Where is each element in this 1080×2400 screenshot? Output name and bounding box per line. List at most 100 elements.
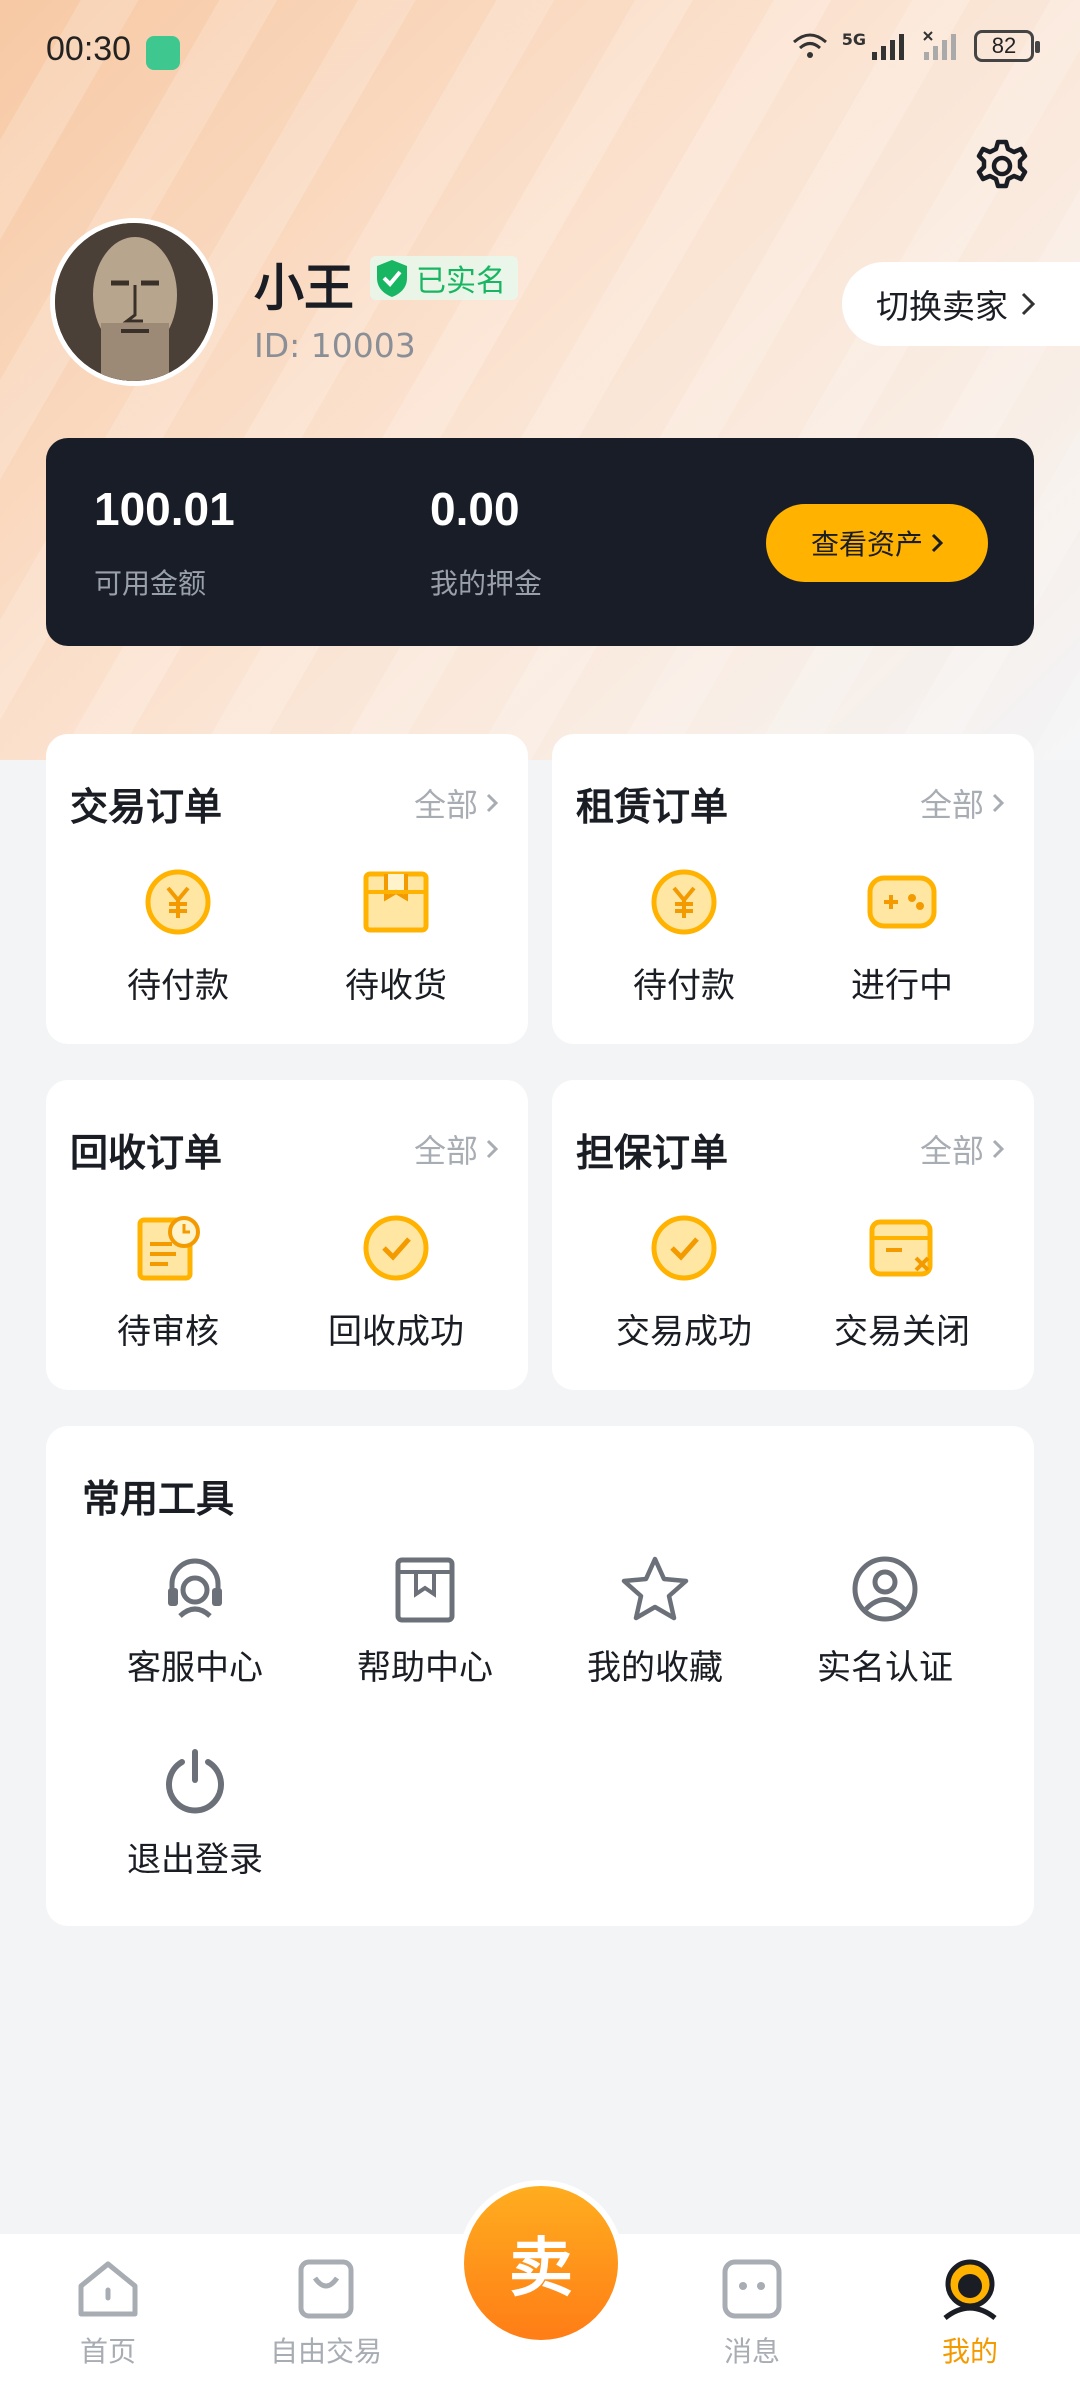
battery-icon: 82 [974,30,1040,62]
chevron-right-icon [992,793,1004,813]
switch-seller-label: 切换卖家 [876,287,1008,326]
status-time: 00:30 [46,30,132,68]
view-all-link[interactable]: 全部 [920,1126,1004,1172]
pending-payment-item[interactable]: 待付款 [98,866,258,1007]
power-icon [166,1749,224,1814]
view-assets-button[interactable]: 查看资产 [766,504,988,582]
help-center-tool[interactable]: 帮助中心 [325,1554,525,1689]
tab-free-trade[interactable]: 自由交易 [236,2256,416,2370]
card-title: 担保订单 [576,1131,729,1175]
message-icon [722,2259,782,2319]
signal-no-sim-icon [923,31,956,60]
recycle-success-item[interactable]: 回收成功 [306,1212,486,1353]
tool-label: 退出登录 [127,1840,263,1880]
view-all-link[interactable]: 全部 [414,1126,498,1172]
favorites-tool[interactable]: 我的收藏 [555,1554,755,1689]
guarantee-orders-card: 担保订单 全部 交易成功 交易关闭 [552,1080,1034,1390]
card-title: 交易订单 [70,785,223,829]
tab-label: 自由交易 [269,2335,382,2368]
headset-icon [168,1558,222,1618]
verified-badge: 已实名 [370,256,518,300]
item-label: 回收成功 [328,1312,464,1352]
tool-label: 客服中心 [127,1648,263,1688]
common-tools-card: 常用工具 客服中心 帮助中心 我的收藏 实名认证 退出登录 [46,1426,1034,1926]
chevron-right-icon [931,533,943,553]
card-title: 租赁订单 [576,785,729,829]
avatar[interactable] [50,218,218,386]
network-label: 5G [841,30,866,49]
card-title: 回收订单 [70,1131,223,1175]
tab-messages[interactable]: 消息 [662,2256,842,2370]
home-icon [78,2261,138,2317]
switch-seller-button[interactable]: 切换卖家 [842,262,1080,346]
verified-label: 已实名 [416,264,506,299]
tab-mine[interactable]: 我的 [880,2256,1060,2370]
user-name: 小王 [254,259,354,317]
pending-payment-item[interactable]: 待付款 [604,866,764,1007]
view-all-link[interactable]: 全部 [414,780,498,826]
trade-success-item[interactable]: 交易成功 [594,1212,774,1353]
chevron-right-icon [992,1139,1004,1159]
package-box-icon [363,871,429,933]
view-all-label: 全部 [413,786,478,824]
available-amount: 100.01 [94,483,235,535]
tab-label: 首页 [79,2335,136,2368]
gamepad-icon [867,875,937,929]
chevron-right-icon [1021,292,1036,316]
status-bar: 00:30 5G 82 [0,0,1080,100]
document-clock-icon [137,1216,200,1281]
view-all-link[interactable]: 全部 [920,780,1004,826]
item-label: 进行中 [851,966,953,1006]
settings-gear-icon[interactable] [974,138,1030,194]
logout-tool[interactable]: 退出登录 [95,1746,295,1881]
shopping-bag-icon [298,2259,354,2319]
tool-label: 实名认证 [817,1648,953,1688]
real-name-tool[interactable]: 实名认证 [785,1554,985,1689]
tab-label: 我的 [941,2335,998,2368]
user-profile-icon [943,2259,997,2321]
customer-service-tool[interactable]: 客服中心 [95,1554,295,1689]
in-progress-item[interactable]: 进行中 [822,866,982,1007]
chevron-right-icon [486,793,498,813]
tool-label: 我的收藏 [587,1648,723,1688]
user-id: ID: 10003 [254,326,416,365]
book-icon [395,1557,455,1623]
sell-button[interactable]: 卖 [458,2180,624,2346]
pending-receipt-item[interactable]: 待收货 [316,866,476,1007]
view-all-label: 全部 [413,1132,478,1170]
signal-icon [872,34,904,60]
check-circle-icon [363,1215,429,1281]
assets-card: 100.01 可用金额 0.00 我的押金 查看资产 [46,438,1034,646]
user-circle-icon [852,1556,918,1622]
recycle-orders-card: 回收订单 全部 待审核 回收成功 [46,1080,528,1390]
wifi-icon [792,33,827,58]
tools-title: 常用工具 [82,1477,235,1521]
deposit-amount: 0.00 [430,483,520,535]
status-icons: 5G 82 [790,30,1040,62]
trade-closed-item[interactable]: 交易关闭 [812,1212,992,1353]
check-circle-icon [651,1215,717,1281]
tab-label: 消息 [723,2335,780,2368]
view-assets-label: 查看资产 [810,528,923,561]
tool-label: 帮助中心 [357,1648,493,1688]
yuan-coin-icon [145,869,211,935]
star-icon [621,1556,689,1621]
item-label: 待付款 [127,966,229,1006]
notification-app-icon [146,36,180,70]
available-label: 可用金额 [94,567,207,600]
trade-orders-card: 交易订单 全部 待付款 待收货 [46,734,528,1044]
item-label: 交易关闭 [834,1312,970,1352]
item-label: 待收货 [345,966,447,1006]
yuan-coin-icon [651,869,717,935]
closed-box-icon [869,1219,933,1277]
pending-review-item[interactable]: 待审核 [88,1212,248,1353]
deposit-label: 我的押金 [430,567,543,600]
chevron-right-icon [486,1139,498,1159]
verified-shield-icon [377,260,407,297]
view-all-label: 全部 [919,1132,984,1170]
rental-orders-card: 租赁订单 全部 待付款 进行中 [552,734,1034,1044]
view-all-label: 全部 [919,786,984,824]
item-label: 待付款 [633,966,735,1006]
item-label: 待审核 [117,1312,219,1352]
tab-home[interactable]: 首页 [18,2256,198,2370]
